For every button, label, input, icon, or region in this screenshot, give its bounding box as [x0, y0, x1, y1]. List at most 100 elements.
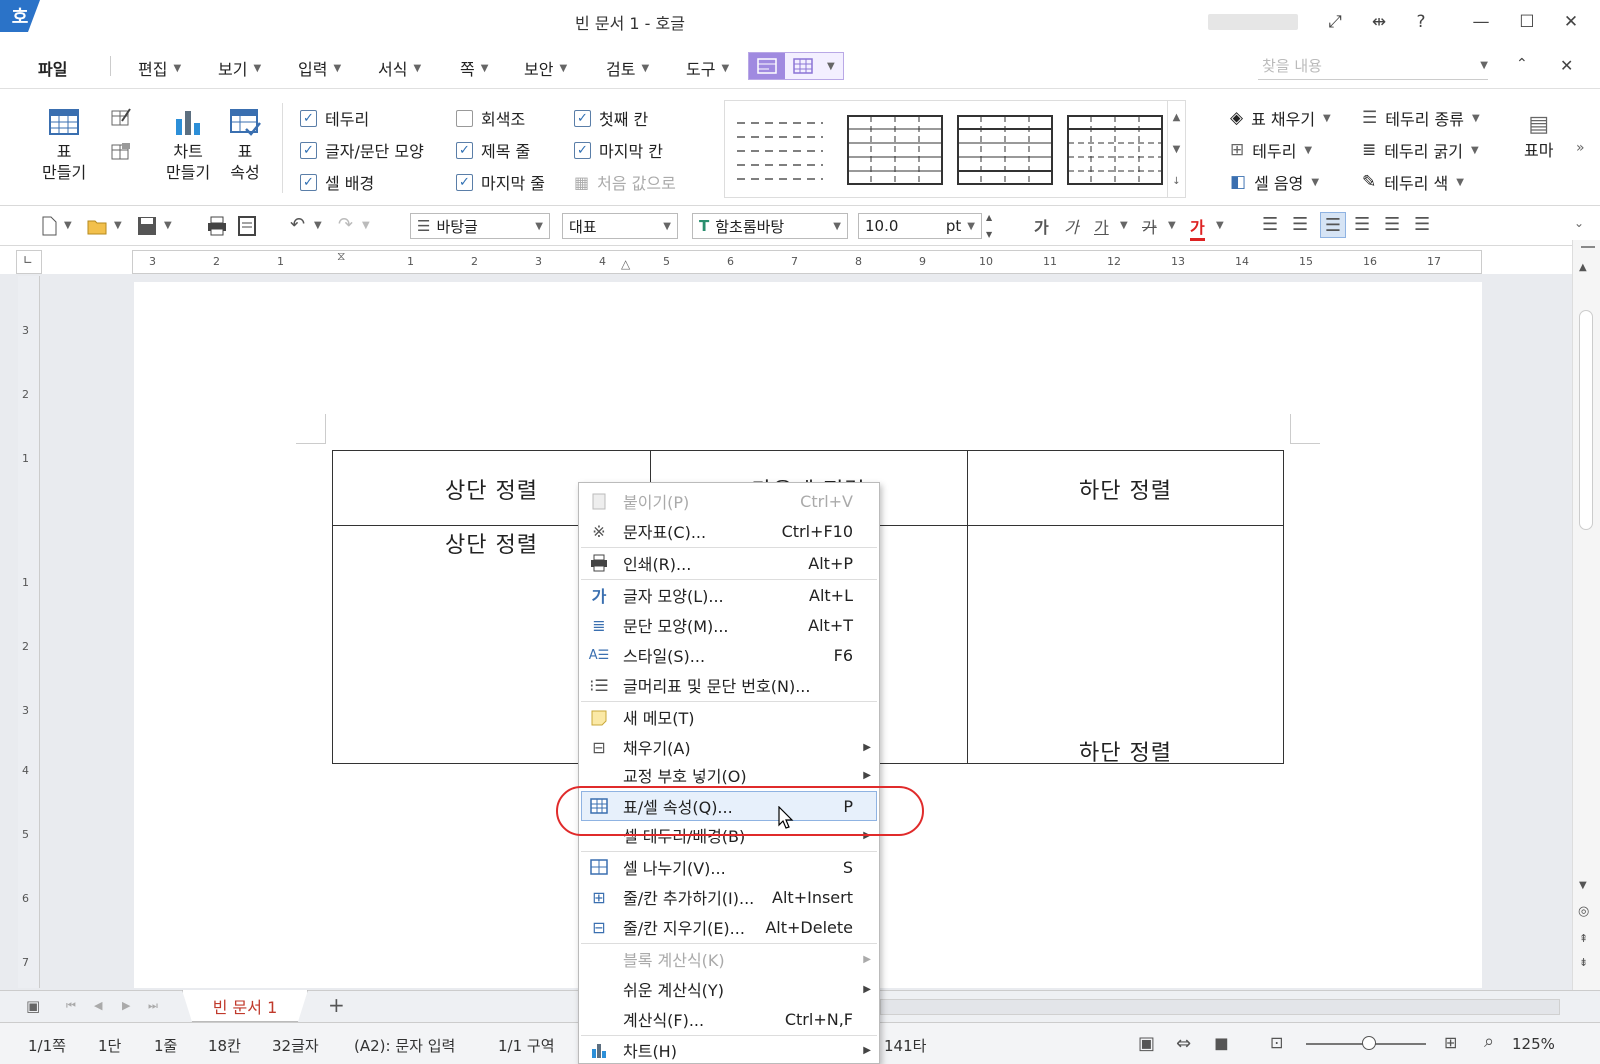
menu-insert[interactable]: 입력 ▼	[298, 56, 341, 80]
menu-item-char-shape[interactable]: 가 글자 모양(L)... Alt+L	[579, 581, 879, 609]
menu-item-print[interactable]: 인쇄(R)... Alt+P	[579, 549, 879, 577]
undo-icon[interactable]: ↶	[290, 214, 305, 235]
menu-review[interactable]: 검토 ▼	[606, 56, 649, 80]
ribbon-more-icon[interactable]: »	[1576, 140, 1585, 156]
table-cell[interactable]: 하단 정렬	[967, 735, 1284, 767]
underline-button[interactable]: 가	[1094, 214, 1109, 238]
account-placeholder[interactable]	[1208, 14, 1298, 30]
menu-page[interactable]: 쪽 ▼	[460, 56, 488, 80]
open-folder-icon[interactable]	[86, 215, 108, 237]
menu-item-symbols[interactable]: ※ 문자표(C)... Ctrl+F10	[579, 517, 879, 545]
close-icon[interactable]: ✕	[1554, 8, 1588, 36]
view-width-icon[interactable]: ⇔	[1176, 1033, 1191, 1054]
scroll-thumb[interactable]	[1579, 310, 1593, 530]
horizontal-ruler[interactable]: 3 2 1 1 2 3 4 5 6 7 8 9 10 11 12 13 14 1…	[132, 249, 1482, 274]
reset-to-default-button[interactable]: ▦ 처음 값으로	[574, 170, 676, 194]
table-mark-button[interactable]: ▤ 표마	[1524, 112, 1553, 161]
menu-item-block-formula[interactable]: 블록 계산식(K) ▶	[579, 945, 879, 973]
split-view-icon[interactable]: ⇹	[1362, 8, 1396, 36]
menu-item-new-memo[interactable]: 새 메모(T)	[579, 703, 879, 731]
zoom-in-icon[interactable]: ⊞	[1444, 1033, 1457, 1052]
last-tab-icon[interactable]: ⏭	[148, 999, 158, 1013]
vertical-ruler[interactable]: 3 2 1 1 2 3 4 5 6 7	[18, 276, 40, 988]
ruler-corner[interactable]: ∟	[16, 250, 42, 274]
checkbox-cell-background[interactable]: ✓ 셀 배경	[300, 170, 374, 194]
font-size-input[interactable]: 10.0 pt ▼	[858, 213, 982, 239]
menu-item-paste[interactable]: 붙이기(P) Ctrl+V	[579, 487, 879, 515]
first-tab-icon[interactable]: ⏮	[66, 999, 76, 1013]
chevron-down-icon[interactable]: ▼	[114, 220, 122, 231]
table-create-button[interactable]: 표 만들기	[42, 105, 86, 183]
menu-item-fill[interactable]: ⊟ 채우기(A) ▶	[579, 733, 879, 761]
bold-button[interactable]: 가	[1034, 214, 1049, 238]
table-style-grid-2[interactable]	[957, 115, 1053, 185]
menu-file[interactable]: 파일	[38, 56, 67, 80]
checkbox-grayscale[interactable]: 회색조	[456, 106, 525, 130]
font-color-button[interactable]: 가	[1190, 214, 1205, 241]
table-design-icon[interactable]	[749, 53, 785, 79]
style-select[interactable]: ☰ 바탕글 ▼	[410, 213, 550, 239]
magnifier-icon[interactable]: ⌕	[1484, 1031, 1494, 1052]
table-view-toggle[interactable]: ▼	[748, 52, 844, 80]
minimize-icon[interactable]: —	[1464, 8, 1498, 36]
border-width-button[interactable]: ≣ 테두리 굵기 ▼	[1362, 138, 1479, 162]
indent-marker-icon[interactable]: ⧖	[337, 249, 345, 264]
toolbar-expand-icon[interactable]: ⌄	[1574, 216, 1584, 230]
maximize-icon[interactable]: ☐	[1510, 8, 1544, 36]
font-size-stepper[interactable]: ▲ ▼	[986, 213, 1000, 239]
menu-view[interactable]: 보기 ▼	[218, 56, 261, 80]
next-tab-icon[interactable]: ▶	[122, 999, 130, 1012]
chevron-down-icon[interactable]: ▼	[314, 220, 322, 231]
menu-edit[interactable]: 편집 ▼	[138, 56, 181, 80]
border-button[interactable]: ⊞ 테두리 ▼	[1230, 138, 1312, 162]
chevron-down-icon[interactable]: ▼	[1173, 144, 1181, 155]
add-tab-button[interactable]: +	[328, 993, 345, 1017]
chevron-down-icon[interactable]: ▼	[164, 220, 172, 231]
print-icon[interactable]	[206, 215, 228, 237]
table-style-grid-3[interactable]	[1067, 115, 1163, 185]
print-preview-icon[interactable]	[236, 215, 258, 237]
table-style-gallery[interactable]: ▲ ▼ ↓	[724, 100, 1186, 198]
gallery-scroll[interactable]: ▲ ▼ ↓	[1167, 101, 1185, 197]
align-distribute-icon[interactable]: ☰	[1384, 214, 1400, 235]
tab-list-icon[interactable]: ▣	[26, 997, 40, 1015]
menu-item-delete-row-col[interactable]: ⊟ 줄/칸 지우기(E)... Alt+Delete	[579, 913, 879, 941]
menu-item-split-cell[interactable]: 셀 나누기(V)... S	[579, 853, 879, 881]
table-properties-button[interactable]: 표 속성	[228, 105, 262, 183]
menu-item-chart[interactable]: 차트(H) ▶	[579, 1036, 879, 1064]
close-doc-icon[interactable]: ✕	[1560, 56, 1573, 75]
table-edit-icon[interactable]	[110, 107, 132, 129]
table-style-grid-1[interactable]	[847, 115, 943, 185]
menu-item-para-shape[interactable]: ≣ 문단 모양(M)... Alt+T	[579, 611, 879, 639]
checkbox-header-row[interactable]: ✓ 제목 줄	[456, 138, 530, 162]
prev-page-icon[interactable]: ⇞	[1579, 932, 1588, 945]
menu-item-proof-mark[interactable]: 교정 부호 넣기(O) ▶	[579, 761, 879, 789]
tab-document-1[interactable]: 빈 문서 1	[182, 990, 308, 1022]
chevron-down-icon[interactable]: ▼	[1168, 220, 1176, 231]
help-icon[interactable]: ?	[1404, 8, 1438, 36]
menu-security[interactable]: 보안 ▼	[524, 56, 567, 80]
status-page[interactable]: 1/1쪽	[28, 1035, 66, 1056]
menu-tools[interactable]: 도구 ▼	[686, 56, 729, 80]
view-normal-icon[interactable]: ▣	[1138, 1033, 1155, 1054]
vertical-scrollbar[interactable]: ▲ ▼ ◎ ⇞ ⇟	[1572, 240, 1600, 1002]
chevron-down-icon[interactable]: ▼	[986, 230, 1000, 239]
table-style-dashed[interactable]	[737, 119, 823, 181]
chevron-down-icon[interactable]: ▼	[1480, 60, 1488, 71]
scroll-up-icon[interactable]: ▲	[1579, 262, 1587, 273]
zoom-slider-thumb[interactable]	[1362, 1036, 1376, 1050]
checkbox-last-col[interactable]: ✓ 마지막 칸	[574, 138, 663, 162]
menu-item-bullets-numbering[interactable]: ⁝☰ 글머리표 및 문단 번호(N)...	[579, 671, 879, 699]
language-select[interactable]: 대표 ▼	[562, 213, 678, 239]
border-type-button[interactable]: ☰ 테두리 종류 ▼	[1362, 106, 1480, 130]
search-input[interactable]: 찾을 내용 ▼	[1258, 52, 1488, 80]
chevron-up-icon[interactable]: ▲	[1173, 112, 1181, 123]
table-cell[interactable]: 하단 정렬	[967, 473, 1284, 505]
align-right-icon[interactable]: ☰	[1354, 214, 1370, 235]
align-center-icon[interactable]: ☰	[1320, 212, 1346, 238]
chevron-down-icon[interactable]: ▼	[64, 220, 72, 231]
collapse-ribbon-icon[interactable]: ⌃	[1516, 56, 1528, 72]
table-eraser-icon[interactable]	[110, 141, 132, 163]
new-document-icon[interactable]	[38, 215, 60, 237]
prev-tab-icon[interactable]: ◀	[94, 999, 102, 1012]
